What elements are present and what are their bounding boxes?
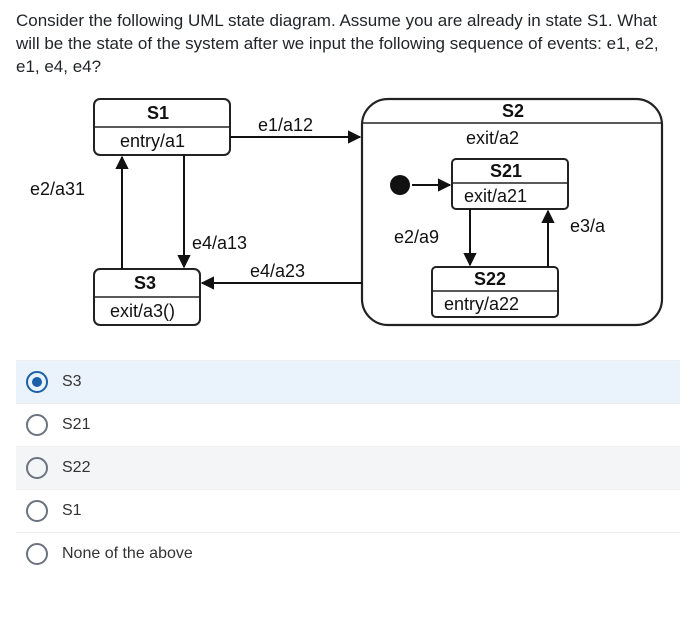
- option-label: S21: [62, 416, 90, 434]
- edge-e2a31: e2/a31: [30, 179, 85, 199]
- option-label: S22: [62, 459, 90, 477]
- radio-icon: [26, 500, 48, 522]
- option-s3[interactable]: S3: [16, 360, 680, 403]
- edge-e3a: e3/a: [570, 216, 606, 236]
- option-label: S1: [62, 502, 82, 520]
- s21-annotation: exit/a21: [464, 186, 527, 206]
- s3-annotation: exit/a3(): [110, 301, 175, 321]
- s1-title: S1: [147, 103, 169, 123]
- option-s1[interactable]: S1: [16, 489, 680, 532]
- s2-title: S2: [502, 101, 524, 121]
- option-s22[interactable]: S22: [16, 446, 680, 489]
- s3-title: S3: [134, 273, 156, 293]
- s21-title: S21: [490, 161, 522, 181]
- radio-icon: [26, 457, 48, 479]
- question-text: Consider the following UML state diagram…: [16, 10, 680, 79]
- option-s21[interactable]: S21: [16, 403, 680, 446]
- edge-e2a9: e2/a9: [394, 227, 439, 247]
- option-label: None of the above: [62, 545, 193, 563]
- s2-annotation: exit/a2: [466, 128, 519, 148]
- answer-options: S3 S21 S22 S1 None of the above: [16, 360, 680, 575]
- option-label: S3: [62, 373, 82, 391]
- initial-pseudostate-icon: [390, 175, 410, 195]
- radio-icon: [26, 371, 48, 393]
- edge-e4a13: e4/a13: [192, 233, 247, 253]
- radio-icon: [26, 543, 48, 565]
- radio-icon: [26, 414, 48, 436]
- option-none[interactable]: None of the above: [16, 532, 680, 575]
- s22-title: S22: [474, 269, 506, 289]
- s22-annotation: entry/a22: [444, 294, 519, 314]
- edge-e1a12: e1/a12: [258, 115, 313, 135]
- uml-state-diagram: S1 entry/a1 S3 exit/a3() S2 exit/a2 S21 …: [12, 87, 672, 352]
- s1-annotation: entry/a1: [120, 131, 185, 151]
- edge-e4a23: e4/a23: [250, 261, 305, 281]
